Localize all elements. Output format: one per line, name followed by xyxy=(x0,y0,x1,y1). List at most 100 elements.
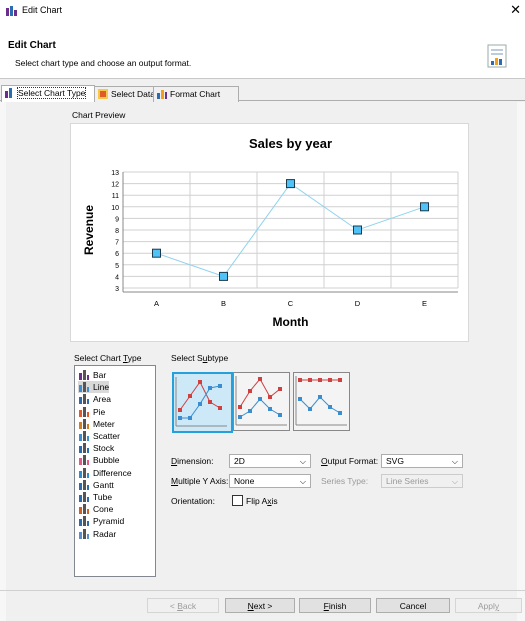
chart-type-item-area[interactable]: Area xyxy=(78,393,111,405)
window-titlebar: Edit Chart ✕ xyxy=(0,0,525,22)
chart-type-item-label: Area xyxy=(93,394,111,405)
chart-type-item-label: Cone xyxy=(93,504,114,515)
chart-type-item-label: Pyramid xyxy=(93,516,125,527)
next-button[interactable]: Next > xyxy=(225,598,295,613)
chart-type-list[interactable]: Bar Line Area Pie Meter Scatter Stock Bubble Dif… xyxy=(74,365,156,577)
data-point xyxy=(219,271,228,281)
flip-axis-checkbox[interactable] xyxy=(232,495,243,506)
bar-chart-icon xyxy=(79,370,89,380)
radar-chart-icon xyxy=(79,528,89,539)
y-tick-label: 12 xyxy=(111,182,119,189)
chart-type-item-bubble[interactable]: Bubble xyxy=(78,454,119,466)
chart-type-item-label: Line xyxy=(93,382,110,393)
tab-select-chart-type[interactable]: Select Chart Type xyxy=(1,85,95,102)
dimension-label: Dimension: xyxy=(171,456,214,466)
y-tick-label: 11 xyxy=(112,193,119,200)
chart-type-item-bar[interactable]: Bar xyxy=(78,369,106,381)
y-tick-label: 8 xyxy=(115,228,119,235)
x-tick-label: E xyxy=(422,299,427,308)
chart-type-item-pyramid[interactable]: Pyramid xyxy=(78,515,124,527)
left-edge xyxy=(0,102,6,621)
tube-chart-icon xyxy=(79,492,89,502)
cone-chart-icon xyxy=(79,504,89,515)
chart-preview-label: Chart Preview xyxy=(72,110,126,120)
dialog-subtitle: Select chart type and choose an output f… xyxy=(15,58,192,68)
subtype-option-2[interactable] xyxy=(233,372,290,431)
chart-title: Sales by year xyxy=(249,136,332,151)
chart-type-item-cone[interactable]: Cone xyxy=(78,503,113,515)
area-chart-icon xyxy=(79,394,89,405)
button-separator xyxy=(0,590,525,591)
chart-type-item-radar[interactable]: Radar xyxy=(78,528,116,540)
multiple-y-axis-value: None xyxy=(234,476,255,486)
y-tick-label: 3 xyxy=(115,286,119,293)
tab-label: Select Data xyxy=(111,89,155,99)
chevron-down-icon: ⌵ xyxy=(299,457,306,466)
stock-chart-icon xyxy=(79,443,89,454)
chart-type-item-meter[interactable]: Meter xyxy=(78,418,115,430)
chevron-down-icon: ⌵ xyxy=(299,477,306,486)
x-tick-label: B xyxy=(221,299,226,308)
multiple-y-axis-label: Multiple Y Axis: xyxy=(171,476,229,486)
orientation-label: Orientation: xyxy=(171,496,215,506)
chart-type-item-scatter[interactable]: Scatter xyxy=(78,430,120,442)
chart-type-item-label: Gantt xyxy=(93,479,114,490)
wizard-chart-icon xyxy=(487,44,507,68)
series-type-value: Line Series xyxy=(386,476,429,486)
chart-type-item-line[interactable]: Line xyxy=(78,381,110,394)
data-point xyxy=(353,225,362,235)
pyramid-chart-icon xyxy=(79,516,89,527)
chart-type-item-tube[interactable]: Tube xyxy=(78,491,112,503)
bubble-chart-icon xyxy=(79,455,89,466)
y-tick-label: 5 xyxy=(115,263,119,270)
tab-format-chart[interactable]: Format Chart xyxy=(153,86,239,102)
subtype-option-1[interactable] xyxy=(172,372,233,433)
dialog-title: Edit Chart xyxy=(8,40,56,51)
back-button[interactable]: < Back xyxy=(147,598,219,613)
pie-chart-icon xyxy=(79,406,89,417)
x-tick-label: D xyxy=(355,299,361,308)
cancel-button[interactable]: Cancel xyxy=(376,598,450,613)
meter-chart-icon xyxy=(79,418,89,429)
right-edge xyxy=(517,102,525,621)
chart-type-label: Select Chart Type xyxy=(74,353,142,363)
chart-type-item-label: Bar xyxy=(93,370,107,380)
multiple-y-axis-select[interactable]: None ⌵ xyxy=(229,474,311,488)
chart-type-item-label: Stock xyxy=(93,443,115,454)
chart-type-icon xyxy=(5,88,12,98)
chart-type-item-pie[interactable]: Pie xyxy=(78,406,105,418)
chart-type-item-label: Radar xyxy=(93,528,117,539)
tab-label: Select Chart Type xyxy=(16,87,87,99)
stacked-line-subtype-icon xyxy=(235,376,287,426)
chart-type-item-label: Meter xyxy=(93,418,115,429)
x-tick-label: C xyxy=(288,299,294,308)
close-icon[interactable]: ✕ xyxy=(510,2,521,18)
tab-label: Format Chart xyxy=(170,89,221,99)
chevron-down-icon: ⌵ xyxy=(451,457,458,466)
output-format-select[interactable]: SVG ⌵ xyxy=(381,454,463,468)
dialog-header: Edit Chart Select chart type and choose … xyxy=(0,22,525,79)
chart-app-icon xyxy=(6,6,17,16)
chart-type-item-difference[interactable]: Difference xyxy=(78,467,132,479)
percent-stacked-line-subtype-icon xyxy=(295,376,347,426)
chart-type-item-stock[interactable]: Stock xyxy=(78,442,114,454)
line-chart-icon xyxy=(79,382,89,393)
subtype-option-3[interactable] xyxy=(293,372,350,431)
finish-button[interactable]: Finish xyxy=(299,598,371,613)
y-tick-label: 13 xyxy=(111,170,119,177)
apply-button[interactable]: Apply xyxy=(455,598,522,613)
series-type-label: Series Type: xyxy=(321,476,369,486)
series-type-select[interactable]: Line Series ⌵ xyxy=(381,474,463,488)
output-format-value: SVG xyxy=(386,456,404,466)
chart-type-item-label: Scatter xyxy=(93,431,120,441)
chart-preview-panel: Sales by year 3 4 5 6 7 8 9 10 11 12 13 A B C D E Month Re… xyxy=(70,123,469,342)
x-tick-label: A xyxy=(154,299,159,308)
output-format-label: Output Format: xyxy=(321,456,379,466)
data-point xyxy=(420,202,429,212)
y-tick-label: 4 xyxy=(115,274,119,281)
flip-axis-label[interactable]: Flip Axis xyxy=(246,496,278,506)
dimension-select[interactable]: 2D ⌵ xyxy=(229,454,311,468)
y-tick-label: 10 xyxy=(111,205,119,212)
data-icon xyxy=(98,89,108,99)
chart-type-item-gantt[interactable]: Gantt xyxy=(78,479,114,491)
